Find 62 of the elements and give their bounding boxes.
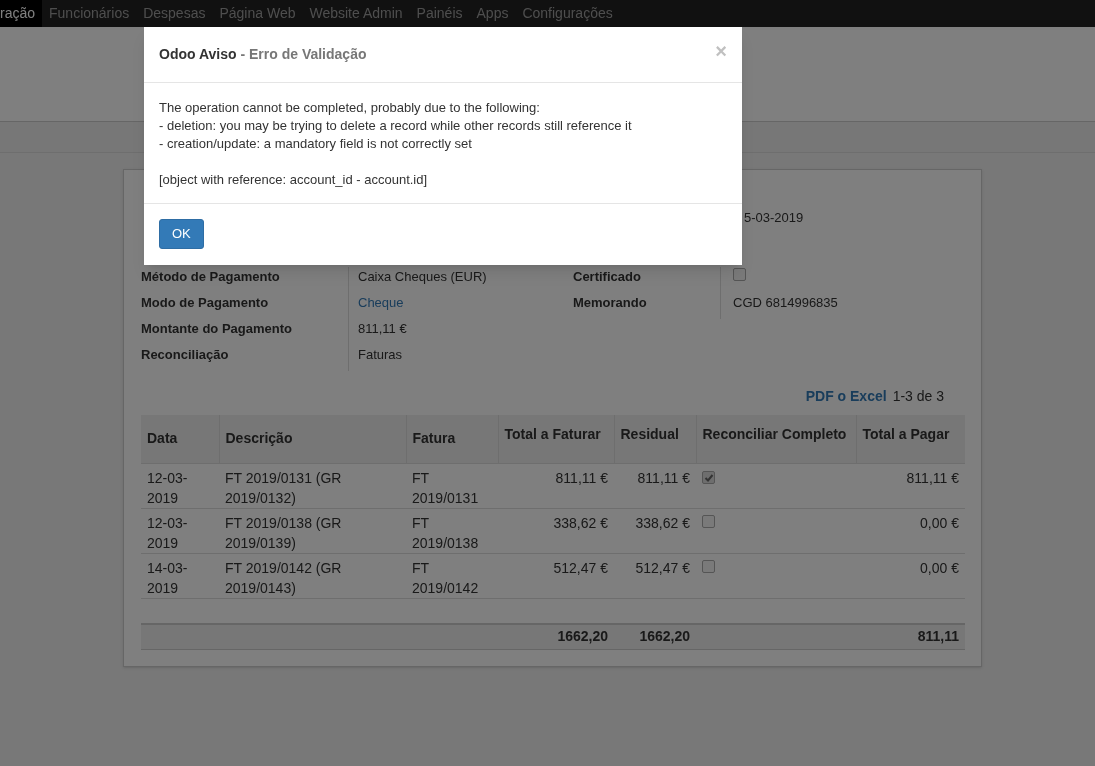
nav-menu-item[interactable]: Painéis xyxy=(409,0,470,27)
column-header[interactable]: Fatura xyxy=(406,415,498,463)
table-cell: 811,11 € xyxy=(614,463,696,508)
column-header[interactable]: Data xyxy=(141,415,219,463)
total-cell: 1662,20 xyxy=(614,624,696,649)
column-header[interactable]: Residual xyxy=(614,415,696,463)
export-link[interactable]: PDF o Excel xyxy=(805,386,887,407)
table-cell: 512,47 € xyxy=(614,553,696,598)
ok-button[interactable]: OK xyxy=(159,219,204,249)
nav-menu-item[interactable]: Funcionários xyxy=(42,0,137,27)
message-line: - creation/update: a mandatory field is not correctly set xyxy=(159,135,473,153)
pager-text: 1-3 de 3 xyxy=(892,387,944,406)
nav-menu-item[interactable]: Configurações xyxy=(515,0,620,27)
table-cell: 811,11 € xyxy=(856,463,965,508)
nav-menu-item[interactable]: Página Web xyxy=(212,0,303,27)
table-cell: FT 2019/0138 (GR 2019/0139) xyxy=(219,508,406,553)
close-button[interactable]: × xyxy=(715,35,727,66)
total-cell: 1662,20 xyxy=(498,624,614,649)
nav-menu-item[interactable]: Website Admin xyxy=(302,0,410,27)
table-cell: FT 2019/0131 xyxy=(406,463,498,508)
table-cell: 338,62 € xyxy=(498,508,614,553)
checkbox[interactable] xyxy=(702,471,715,484)
table-cell: FT 2019/0142 (GR 2019/0143) xyxy=(219,553,406,598)
field-label: Certificado xyxy=(573,268,642,286)
message-line: - deletion: you may be trying to delete a record while other records still reference it xyxy=(159,117,633,135)
column-header[interactable]: Total a Pagar xyxy=(856,415,965,463)
nav-menu-item[interactable]: Apps xyxy=(469,0,516,27)
field-label: Memorando xyxy=(573,294,648,312)
table-cell: 0,00 € xyxy=(856,508,965,553)
table-cell: FT 2019/0138 xyxy=(406,508,498,553)
field-link[interactable]: Cheque xyxy=(348,293,573,319)
table-cell: 512,47 € xyxy=(498,553,614,598)
table-cell: 0,00 € xyxy=(856,553,965,598)
table-cell: 12-03-2019 xyxy=(141,463,219,508)
field-label: Modo de Pagamento xyxy=(141,294,270,312)
nav-menu-item[interactable]: ração xyxy=(0,0,43,27)
table-cell: FT 2019/0131 (GR 2019/0132) xyxy=(219,463,406,508)
column-header[interactable]: Reconciliar Completo xyxy=(696,415,856,463)
dialog-title: Odoo Aviso xyxy=(159,46,237,62)
message-detail: [object with reference: account_id - account.id] xyxy=(159,171,429,189)
field-value: 811,11 € xyxy=(348,319,573,345)
checkbox[interactable] xyxy=(733,268,746,281)
field-label: Método de Pagamento xyxy=(141,268,281,286)
dialog-subtitle: - Erro de Validação xyxy=(240,46,367,62)
field-label: Montante do Pagamento xyxy=(141,320,293,338)
date-value: 5-03-2019 xyxy=(744,209,805,227)
checkbox[interactable] xyxy=(702,514,715,528)
table-cell: FT 2019/0142 xyxy=(406,553,498,598)
nav-menu-item[interactable]: Despesas xyxy=(136,0,213,27)
table-cell: 12-03-2019 xyxy=(141,508,219,553)
total-cell: 811,11 xyxy=(856,624,965,649)
message-line: The operation cannot be completed, probably due to the following: xyxy=(159,99,541,117)
table-cell: 811,11 € xyxy=(498,463,614,508)
column-header[interactable]: Descrição xyxy=(219,415,406,463)
field-value: CGD 6814996835 xyxy=(733,295,838,310)
checkbox[interactable] xyxy=(702,559,715,573)
field-label: Reconciliação xyxy=(141,346,230,364)
field-value: Caixa Cheques (EUR) xyxy=(348,267,573,293)
column-header[interactable]: Total a Faturar xyxy=(498,415,614,463)
table-cell: 14-03-2019 xyxy=(141,553,219,598)
field-value: Faturas xyxy=(348,345,573,371)
table-cell: 338,62 € xyxy=(614,508,696,553)
